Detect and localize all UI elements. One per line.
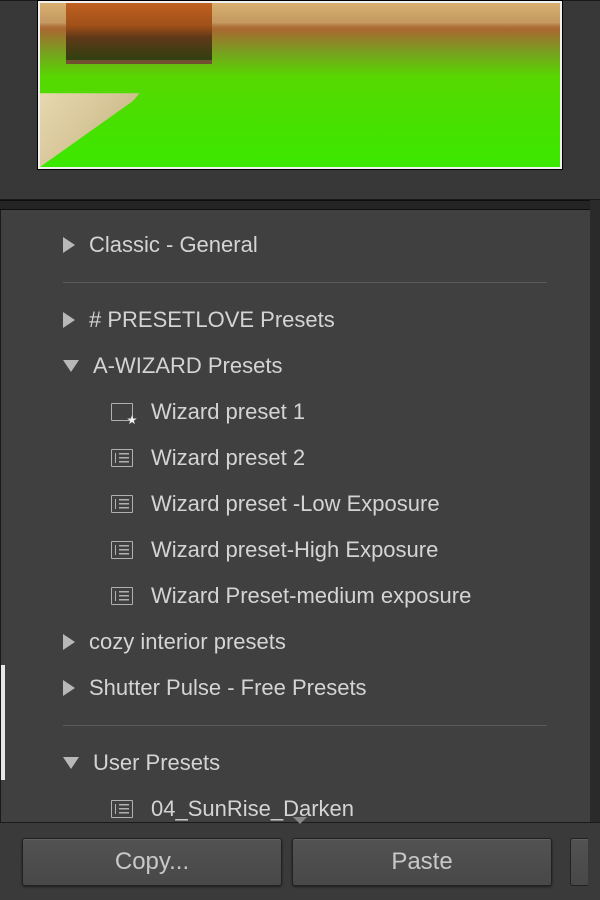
- preset-group: Classic - General: [1, 222, 599, 268]
- navigator-thumbnail-area: [0, 0, 600, 200]
- preview-thumbnail[interactable]: [38, 1, 562, 169]
- preset-item[interactable]: Wizard preset-High Exposure: [1, 527, 599, 573]
- bottom-button-bar: Copy... Paste: [0, 822, 600, 900]
- preset-folder-presetlove[interactable]: # PRESETLOVE Presets: [63, 297, 599, 343]
- paste-button[interactable]: Paste: [292, 838, 552, 886]
- preset-folder-label: User Presets: [93, 750, 220, 776]
- panel-divider: [0, 200, 600, 210]
- preset-group: User Presets: [1, 740, 599, 786]
- disclosure-triangle-icon: [63, 757, 79, 769]
- preset-folder-awizard[interactable]: A-WIZARD Presets: [63, 343, 599, 389]
- disclosure-triangle-icon: [63, 312, 75, 328]
- right-gutter: [590, 200, 600, 822]
- preset-icon: [111, 541, 133, 559]
- preset-icon: [111, 403, 133, 421]
- presets-panel: Classic - General # PRESETLOVE Presets A…: [0, 210, 600, 822]
- preset-folder-label: Shutter Pulse - Free Presets: [89, 675, 367, 701]
- preset-folder-label: # PRESETLOVE Presets: [89, 307, 335, 333]
- preset-folder-classic-general[interactable]: Classic - General: [63, 222, 599, 268]
- section-divider: [63, 282, 547, 283]
- disclosure-triangle-icon: [63, 634, 75, 650]
- preset-icon: [111, 587, 133, 605]
- preset-folder-shutter-pulse[interactable]: Shutter Pulse - Free Presets: [63, 665, 599, 711]
- preset-item[interactable]: Wizard preset -Low Exposure: [1, 481, 599, 527]
- paste-button-label: Paste: [391, 848, 452, 876]
- preview-image: [40, 3, 560, 167]
- copy-button-label: Copy...: [115, 848, 189, 876]
- preset-label: Wizard preset 2: [151, 445, 305, 471]
- preset-folder-cozy-interior[interactable]: cozy interior presets: [63, 619, 599, 665]
- copy-button[interactable]: Copy...: [22, 838, 282, 886]
- lightroom-left-panel: Classic - General # PRESETLOVE Presets A…: [0, 0, 600, 900]
- disclosure-triangle-icon: [63, 360, 79, 372]
- preset-group: cozy interior presets Shutter Pulse - Fr…: [1, 619, 599, 711]
- preset-folder-label: A-WIZARD Presets: [93, 353, 282, 379]
- preset-icon: [111, 449, 133, 467]
- preset-item[interactable]: Wizard preset 1: [1, 389, 599, 435]
- preset-folder-label: Classic - General: [89, 232, 258, 258]
- preset-label: Wizard preset 1: [151, 399, 305, 425]
- preset-folder-label: cozy interior presets: [89, 629, 286, 655]
- adjacent-button-edge[interactable]: [570, 838, 588, 886]
- preset-label: Wizard preset-High Exposure: [151, 537, 438, 563]
- preset-group: # PRESETLOVE Presets A-WIZARD Presets: [1, 297, 599, 389]
- preset-folder-user-presets[interactable]: User Presets: [63, 740, 599, 786]
- preset-icon: [111, 495, 133, 513]
- section-divider: [63, 725, 547, 726]
- preset-item[interactable]: Wizard preset 2: [1, 435, 599, 481]
- preset-item[interactable]: Wizard Preset-medium exposure: [1, 573, 599, 619]
- preset-label: 04_SunRise_Darken: [151, 796, 354, 822]
- disclosure-triangle-icon: [63, 680, 75, 696]
- preset-icon: [111, 800, 133, 818]
- disclosure-triangle-icon: [63, 237, 75, 253]
- preset-label: Wizard Preset-medium exposure: [151, 583, 471, 609]
- scroll-indicator: [1, 665, 5, 780]
- preset-label: Wizard preset -Low Exposure: [151, 491, 440, 517]
